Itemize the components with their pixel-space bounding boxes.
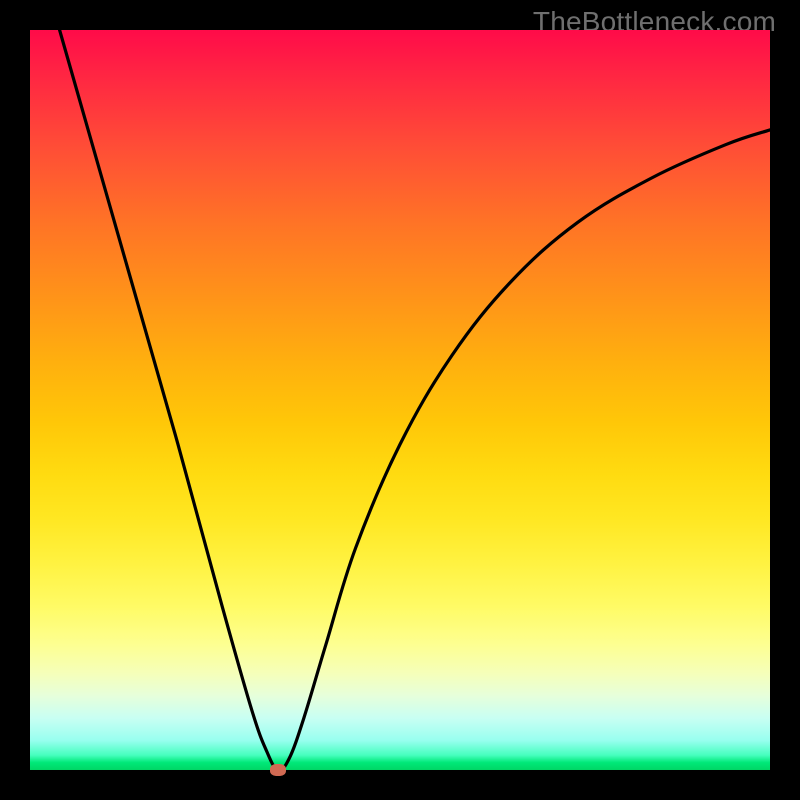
chart-frame: TheBottleneck.com [0, 0, 800, 800]
curve-svg [30, 30, 770, 770]
optimum-marker [270, 764, 286, 776]
plot-area [30, 30, 770, 770]
bottleneck-curve [60, 30, 770, 770]
